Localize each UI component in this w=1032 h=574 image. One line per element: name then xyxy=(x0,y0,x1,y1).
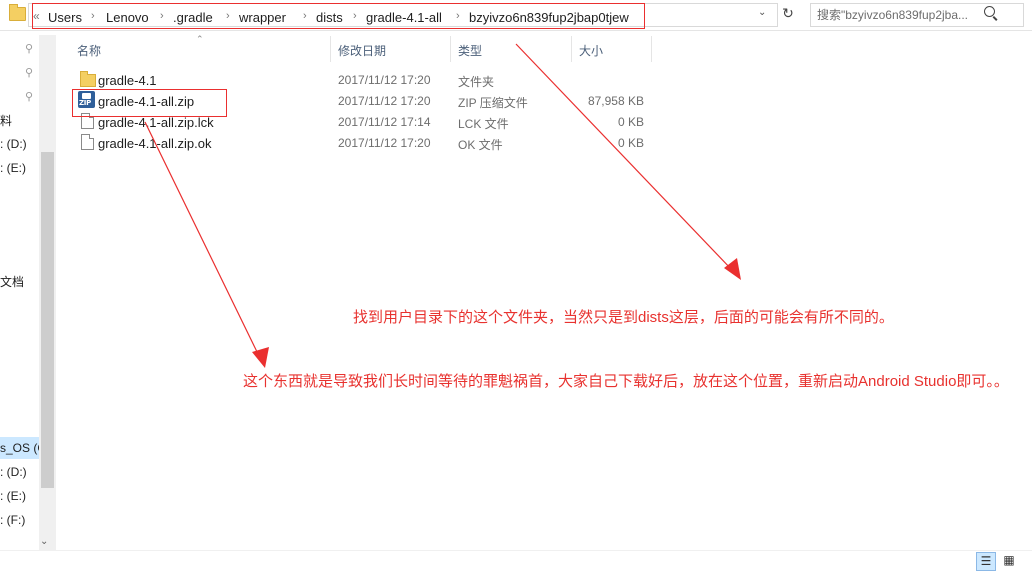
arrow-line xyxy=(515,43,734,272)
annotation-arrows xyxy=(144,43,741,368)
details-view-icon[interactable]: ☰ xyxy=(976,552,996,571)
status-bar xyxy=(0,550,1032,574)
large-icons-view-icon[interactable]: ▦ xyxy=(1000,552,1018,569)
arrow-line xyxy=(144,121,261,359)
annotation-note-zip: 这个东西就是导致我们长时间等待的罪魁祸首，大家自己下载好后，放在这个位置，重新启… xyxy=(243,373,1009,390)
arrow-head xyxy=(724,258,741,280)
annotation-note-folder: 找到用户目录下的这个文件夹，当然只是到dists这层，后面的可能会有所不同的。 xyxy=(353,309,894,326)
arrow-head xyxy=(252,347,269,368)
